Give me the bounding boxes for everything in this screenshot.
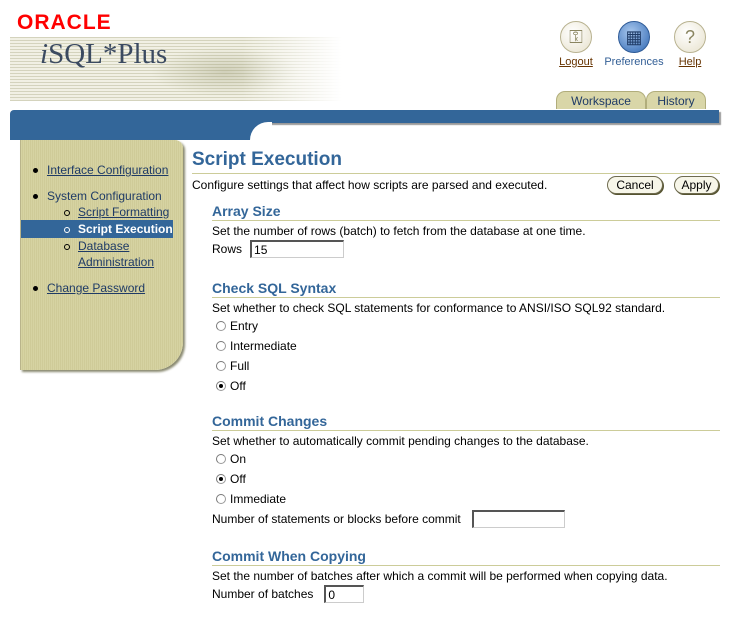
nav-link-change-password[interactable]: Change Password: [47, 281, 145, 295]
section-check-sql-syntax: Check SQL Syntax Set whether to check SQ…: [212, 279, 720, 396]
radio-option-full[interactable]: Full: [212, 356, 720, 376]
radio-option-entry[interactable]: Entry: [212, 316, 720, 336]
radio-label-syntax-off: Off: [230, 379, 246, 393]
radio-option-commit-immediate[interactable]: Immediate: [212, 489, 720, 509]
section-title-commit-changes: Commit Changes: [212, 412, 720, 431]
side-nav-list: Interface Configuration System Configura…: [21, 162, 183, 306]
header-band-tail: [10, 122, 272, 140]
nav-item-change-password: Change Password: [21, 280, 183, 296]
preferences-label[interactable]: Preferences: [604, 56, 663, 68]
section-title-array-size: Array Size: [212, 202, 720, 221]
section-commit-changes: Commit Changes Set whether to automatica…: [212, 412, 720, 529]
apply-button[interactable]: Apply: [674, 176, 719, 194]
nav-item-script-execution[interactable]: Script Execution: [21, 220, 173, 238]
preferences-icon[interactable]: ▦: [618, 21, 650, 53]
rows-input[interactable]: [250, 240, 345, 258]
section-commit-when-copying: Commit When Copying Set the number of ba…: [212, 547, 720, 604]
nav-link-script-formatting[interactable]: Script Formatting: [52, 204, 183, 220]
radio-label-entry: Entry: [230, 319, 259, 333]
batches-input[interactable]: [324, 585, 365, 603]
oracle-logo: ORACLE: [17, 11, 112, 34]
tab-workspace[interactable]: Workspace: [556, 91, 646, 109]
radio-label-commit-on: On: [230, 452, 247, 466]
radio-label-commit-off: Off: [230, 472, 246, 486]
global-links: ⚿ Logout ▦ Preferences ? Help: [556, 21, 714, 68]
radio-option-syntax-off[interactable]: Off: [212, 376, 720, 396]
section-title-commit-when-copying: Commit When Copying: [212, 547, 720, 566]
section-title-check-sql-syntax: Check SQL Syntax: [212, 279, 720, 298]
nav-item-database-administration: Database Administration: [21, 238, 183, 270]
section-desc-check-sql-syntax: Set whether to check SQL statements for …: [212, 301, 666, 315]
cancel-button[interactable]: Cancel: [607, 176, 663, 194]
nav-label-script-execution: Script Execution: [78, 222, 173, 236]
page-title: Script Execution: [192, 148, 720, 174]
app-title-prefix: i: [40, 38, 49, 70]
radio-label-commit-immediate: Immediate: [230, 492, 287, 506]
tab-history[interactable]: History: [646, 91, 706, 109]
radio-label-full: Full: [230, 359, 250, 373]
banner-swirl-decoration: [150, 47, 300, 97]
system-configuration-sublist: Script Formatting Script Execution Datab…: [21, 204, 183, 270]
section-array-size: Array Size Set the number of rows (batch…: [212, 202, 720, 259]
commit-count-label: Number of statements or blocks before co…: [212, 512, 461, 526]
batches-field-row: Number of batches: [212, 584, 720, 604]
nav-item-interface-configuration: Interface Configuration: [21, 162, 183, 178]
radio-commit-off[interactable]: [216, 474, 226, 484]
radio-option-commit-on[interactable]: On: [212, 449, 720, 469]
help-icon[interactable]: ?: [674, 21, 706, 53]
radio-option-commit-off[interactable]: Off: [212, 469, 720, 489]
app-title: iSQL*Plus: [40, 38, 167, 71]
logout-label[interactable]: Logout: [559, 56, 593, 68]
section-desc-array-size: Set the number of rows (batch) to fetch …: [212, 224, 586, 238]
section-desc-commit-when-copying: Set the number of batches after which a …: [212, 569, 668, 583]
section-desc-commit-changes: Set whether to automatically commit pend…: [212, 434, 589, 448]
radio-label-intermediate: Intermediate: [230, 339, 297, 353]
help-link[interactable]: ? Help: [672, 21, 708, 68]
nav-item-system-configuration: System Configuration Script Formatting S…: [21, 188, 183, 270]
app-title-rest: SQL*Plus: [48, 38, 168, 70]
radio-syntax-off[interactable]: [216, 381, 226, 391]
help-label[interactable]: Help: [679, 56, 702, 68]
radio-intermediate[interactable]: [216, 341, 226, 351]
page-description-row: Configure settings that affect how scrip…: [192, 174, 720, 198]
rows-label: Rows: [212, 242, 243, 256]
nav-link-interface-configuration[interactable]: Interface Configuration: [47, 163, 168, 177]
side-nav: Interface Configuration System Configura…: [20, 140, 183, 370]
nav-item-script-formatting: Script Formatting: [21, 204, 183, 220]
page-description: Configure settings that affect how scrip…: [192, 178, 548, 192]
nav-label-system-configuration: System Configuration: [47, 189, 162, 203]
radio-option-intermediate[interactable]: Intermediate: [212, 336, 720, 356]
rows-field-row: Rows: [212, 239, 720, 259]
commit-count-input[interactable]: [471, 510, 565, 528]
batches-label: Number of batches: [212, 587, 314, 601]
radio-entry[interactable]: [216, 321, 226, 331]
radio-commit-on[interactable]: [216, 454, 226, 464]
key-icon[interactable]: ⚿: [560, 21, 592, 53]
logout-link[interactable]: ⚿ Logout: [556, 21, 596, 68]
radio-commit-immediate[interactable]: [216, 494, 226, 504]
commit-count-field-row: Number of statements or blocks before co…: [212, 509, 720, 529]
main-content: Script Execution Configure settings that…: [192, 148, 720, 604]
preferences-link[interactable]: ▦ Preferences: [602, 21, 666, 68]
nav-link-database-administration[interactable]: Database Administration: [52, 238, 183, 270]
radio-full[interactable]: [216, 361, 226, 371]
